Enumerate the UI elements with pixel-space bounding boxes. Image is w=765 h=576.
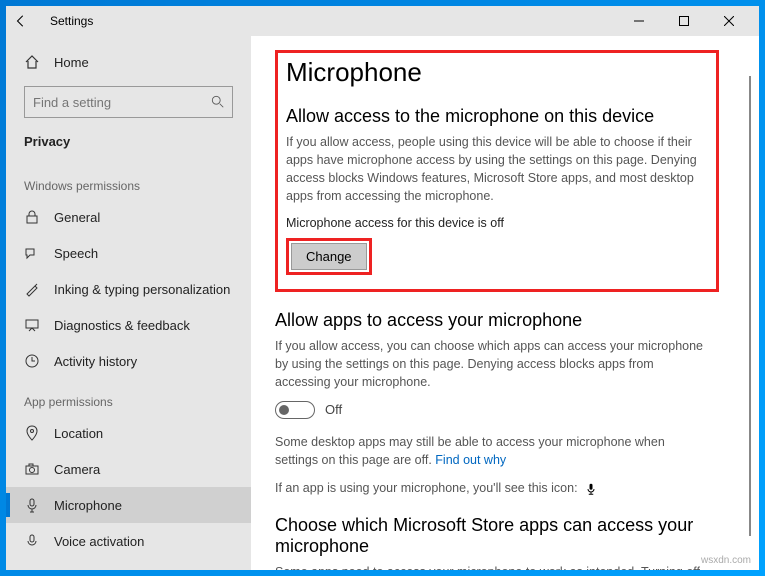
sidebar-item-label: General bbox=[54, 210, 100, 225]
lock-icon bbox=[24, 209, 40, 225]
sidebar-item-label: Home bbox=[54, 55, 89, 70]
sidebar-item-camera[interactable]: Camera bbox=[6, 451, 251, 487]
sidebar-item-general[interactable]: General bbox=[6, 199, 251, 235]
sidebar-item-label: Camera bbox=[54, 462, 100, 477]
sidebar-section-windows: Windows permissions bbox=[6, 163, 251, 199]
apps-access-toggle[interactable]: Off bbox=[275, 401, 719, 419]
sidebar-item-speech[interactable]: Speech bbox=[6, 235, 251, 271]
device-access-status: Microphone access for this device is off bbox=[286, 216, 708, 230]
allow-apps-heading: Allow apps to access your microphone bbox=[275, 310, 719, 331]
speech-icon bbox=[24, 245, 40, 261]
page-title: Microphone bbox=[286, 57, 708, 88]
sidebar-item-label: Diagnostics & feedback bbox=[54, 318, 190, 333]
change-button[interactable]: Change bbox=[291, 243, 367, 270]
sidebar-item-label: Microphone bbox=[54, 498, 122, 513]
store-apps-heading: Choose which Microsoft Store apps can ac… bbox=[275, 515, 705, 557]
titlebar: Settings bbox=[6, 6, 759, 36]
find-out-why-link[interactable]: Find out why bbox=[435, 453, 506, 467]
sidebar-item-label: Speech bbox=[54, 246, 98, 261]
watermark: wsxdn.com bbox=[701, 555, 751, 566]
allow-device-heading: Allow access to the microphone on this d… bbox=[286, 106, 708, 127]
toggle-knob bbox=[279, 405, 289, 415]
allow-device-desc: If you allow access, people using this d… bbox=[286, 133, 708, 206]
voice-icon bbox=[24, 533, 40, 549]
sidebar-item-inking[interactable]: Inking & typing personalization bbox=[6, 271, 251, 307]
annotation-button-highlight: Change bbox=[286, 238, 372, 275]
sidebar-item-voice-activation[interactable]: Voice activation bbox=[6, 523, 251, 559]
home-icon bbox=[24, 54, 40, 70]
sidebar-item-activity[interactable]: Activity history bbox=[6, 343, 251, 379]
sidebar-item-label: Activity history bbox=[54, 354, 137, 369]
sidebar-item-microphone[interactable]: Microphone bbox=[6, 487, 251, 523]
microphone-icon bbox=[24, 497, 40, 513]
window-body: Home Privacy Windows permissions General… bbox=[6, 36, 759, 570]
mic-in-use-note: If an app is using your microphone, you'… bbox=[275, 479, 705, 497]
history-icon bbox=[24, 353, 40, 369]
sidebar: Home Privacy Windows permissions General… bbox=[6, 36, 251, 570]
close-button[interactable] bbox=[706, 6, 751, 36]
feedback-icon bbox=[24, 317, 40, 333]
search-icon bbox=[211, 95, 225, 109]
microphone-indicator-icon bbox=[585, 482, 597, 496]
content-area: Microphone Allow access to the microphon… bbox=[251, 36, 759, 570]
minimize-button[interactable] bbox=[616, 6, 661, 36]
settings-window: Settings Home Privac bbox=[6, 6, 759, 570]
scrollbar[interactable] bbox=[749, 76, 751, 536]
annotation-highlight: Microphone Allow access to the microphon… bbox=[275, 50, 719, 292]
sidebar-item-label: Inking & typing personalization bbox=[54, 282, 230, 297]
back-button[interactable] bbox=[14, 14, 42, 28]
pen-icon bbox=[24, 281, 40, 297]
sidebar-section-app: App permissions bbox=[6, 379, 251, 415]
window-title: Settings bbox=[50, 14, 93, 28]
camera-icon bbox=[24, 461, 40, 477]
location-icon bbox=[24, 425, 40, 441]
search-wrap bbox=[24, 86, 233, 118]
sidebar-item-diagnostics[interactable]: Diagnostics & feedback bbox=[6, 307, 251, 343]
toggle-state-label: Off bbox=[325, 402, 342, 417]
store-apps-desc: Some apps need to access your microphone… bbox=[275, 563, 705, 570]
search-input[interactable] bbox=[24, 86, 233, 118]
sidebar-item-location[interactable]: Location bbox=[6, 415, 251, 451]
maximize-button[interactable] bbox=[661, 6, 706, 36]
toggle-track[interactable] bbox=[275, 401, 315, 419]
sidebar-home[interactable]: Home bbox=[6, 44, 251, 80]
sidebar-category: Privacy bbox=[6, 128, 251, 163]
sidebar-item-label: Voice activation bbox=[54, 534, 144, 549]
sidebar-item-label: Location bbox=[54, 426, 103, 441]
allow-apps-desc: If you allow access, you can choose whic… bbox=[275, 337, 705, 391]
desktop-apps-note: Some desktop apps may still be able to a… bbox=[275, 433, 705, 469]
